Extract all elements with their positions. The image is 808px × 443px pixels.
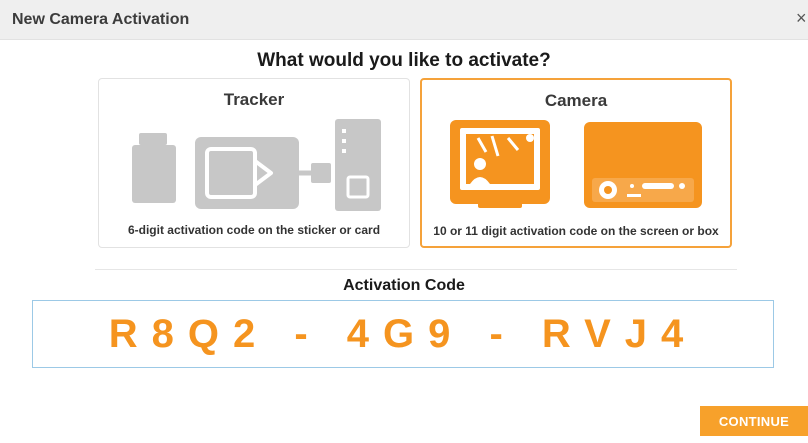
- option-tracker-title: Tracker: [223, 90, 285, 109]
- dialog-titlebar: New Camera Activation ×: [0, 0, 808, 40]
- activation-code-input[interactable]: R8Q2 - 4G9 - RVJ4: [32, 300, 774, 368]
- option-camera-description: 10 or 11 digit activation code on the sc…: [433, 224, 719, 238]
- option-tracker-description: 6-digit activation code on the sticker o…: [127, 223, 381, 237]
- activation-code-label: Activation Code: [343, 277, 465, 294]
- close-icon[interactable]: ×: [796, 9, 807, 27]
- camera-activation-dialog: New Camera Activation × What would you l…: [0, 0, 808, 443]
- tracker-devices-icon: [132, 119, 381, 211]
- option-camera[interactable]: Camera 10 or 11 digit activation code on…: [420, 78, 732, 248]
- option-tracker[interactable]: Tracker 6-digit activation code on the s…: [98, 78, 410, 248]
- dialog-title: New Camera Activation: [12, 11, 190, 28]
- continue-button[interactable]: CONTINUE: [700, 406, 808, 436]
- question-heading: What would you like to activate?: [257, 50, 551, 71]
- option-camera-title: Camera: [544, 91, 608, 110]
- section-divider: [95, 269, 737, 270]
- camera-devices-icon: [450, 120, 702, 208]
